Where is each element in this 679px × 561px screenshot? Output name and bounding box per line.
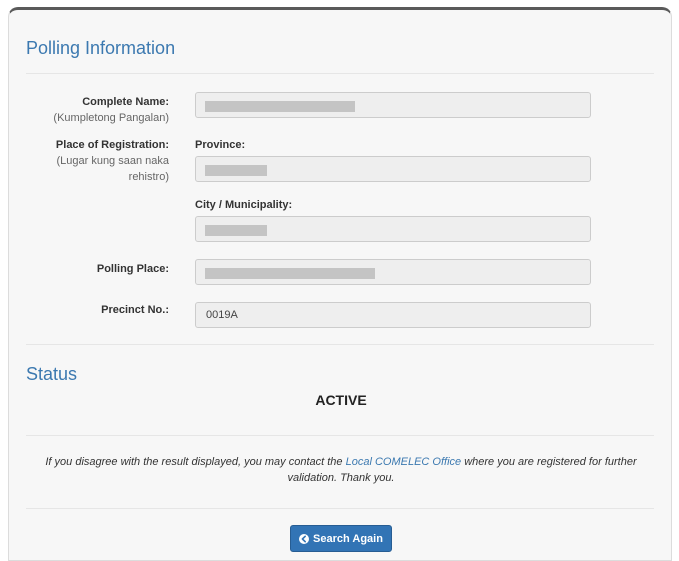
search-again-label: Search Again — [313, 532, 383, 545]
place-of-registration-sublabel: (Lugar kung saan naka rehistro) — [56, 155, 169, 183]
redacted-value — [205, 268, 375, 279]
precinct-no-field: 0019A — [195, 302, 591, 328]
precinct-no-label-text: Precinct No.: — [101, 304, 169, 316]
city-municipality-label: City / Municipality: — [195, 199, 293, 211]
local-comelec-office-link[interactable]: Local COMELEC Office — [346, 456, 462, 468]
province-field — [195, 156, 591, 182]
status-title: Status — [26, 364, 78, 384]
divider — [26, 435, 654, 436]
polling-place-label-text: Polling Place: — [96, 263, 169, 275]
polling-info-panel: Polling Information Complete Name: (Kump… — [8, 7, 672, 561]
divider — [26, 508, 654, 509]
precinct-no-label: Precinct No.: — [19, 302, 169, 318]
complete-name-field — [195, 92, 591, 118]
divider — [26, 344, 654, 345]
polling-information-title: Polling Information — [26, 38, 176, 58]
disagree-note: If you disagree with the result displaye… — [39, 454, 643, 486]
polling-place-field — [195, 259, 591, 285]
complete-name-sublabel: (Kumpletong Pangalan) — [53, 112, 169, 124]
province-label: Province: — [195, 139, 246, 151]
city-municipality-field — [195, 216, 591, 242]
circle-arrow-left-icon — [299, 533, 310, 544]
search-again-button[interactable]: Search Again — [290, 525, 392, 552]
complete-name-label-text: Complete Name: — [82, 96, 169, 108]
place-of-registration-label-text: Place of Registration: — [55, 139, 169, 151]
polling-place-label: Polling Place: — [19, 261, 169, 277]
complete-name-label: Complete Name: (Kumpletong Pangalan) — [19, 94, 169, 126]
note-text-before: If you disagree with the result displaye… — [45, 456, 346, 468]
place-of-registration-label: Place of Registration: (Lugar kung saan … — [39, 137, 169, 185]
status-badge: ACTIVE — [315, 392, 367, 408]
redacted-value — [205, 165, 267, 176]
divider — [26, 73, 654, 74]
redacted-value — [205, 101, 355, 112]
redacted-value — [205, 225, 267, 236]
